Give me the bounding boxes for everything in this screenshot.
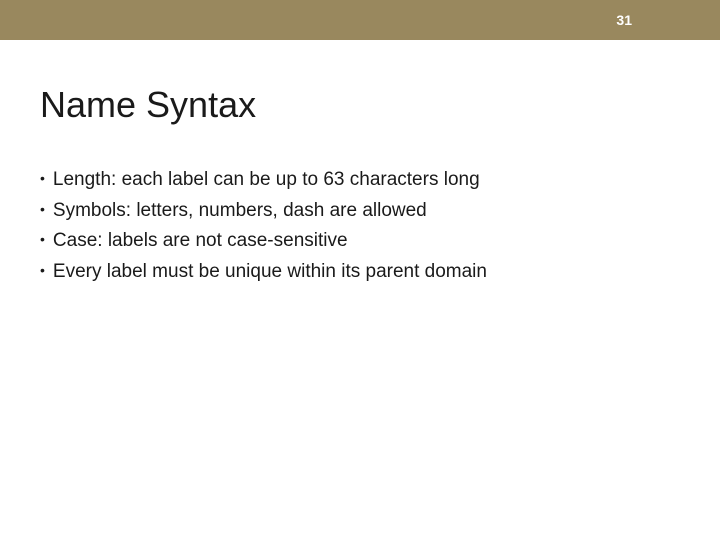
bullet-text: Length: each label can be up to 63 chara… bbox=[53, 166, 680, 195]
bullet-text: Every label must be unique within its pa… bbox=[53, 258, 680, 287]
bullet-text: Case: labels are not case-sensitive bbox=[53, 227, 680, 256]
bullet-icon: • bbox=[40, 166, 45, 190]
bullet-text: Symbols: letters, numbers, dash are allo… bbox=[53, 197, 680, 226]
list-item: • Symbols: letters, numbers, dash are al… bbox=[40, 197, 680, 226]
slide-content: Name Syntax • Length: each label can be … bbox=[0, 40, 720, 286]
list-item: • Case: labels are not case-sensitive bbox=[40, 227, 680, 256]
slide-title: Name Syntax bbox=[40, 84, 680, 126]
bullet-list: • Length: each label can be up to 63 cha… bbox=[40, 166, 680, 286]
list-item: • Length: each label can be up to 63 cha… bbox=[40, 166, 680, 195]
page-number: 31 bbox=[616, 12, 632, 28]
bullet-icon: • bbox=[40, 258, 45, 282]
header-bar: 31 bbox=[0, 0, 720, 40]
bullet-icon: • bbox=[40, 227, 45, 251]
list-item: • Every label must be unique within its … bbox=[40, 258, 680, 287]
bullet-icon: • bbox=[40, 197, 45, 221]
